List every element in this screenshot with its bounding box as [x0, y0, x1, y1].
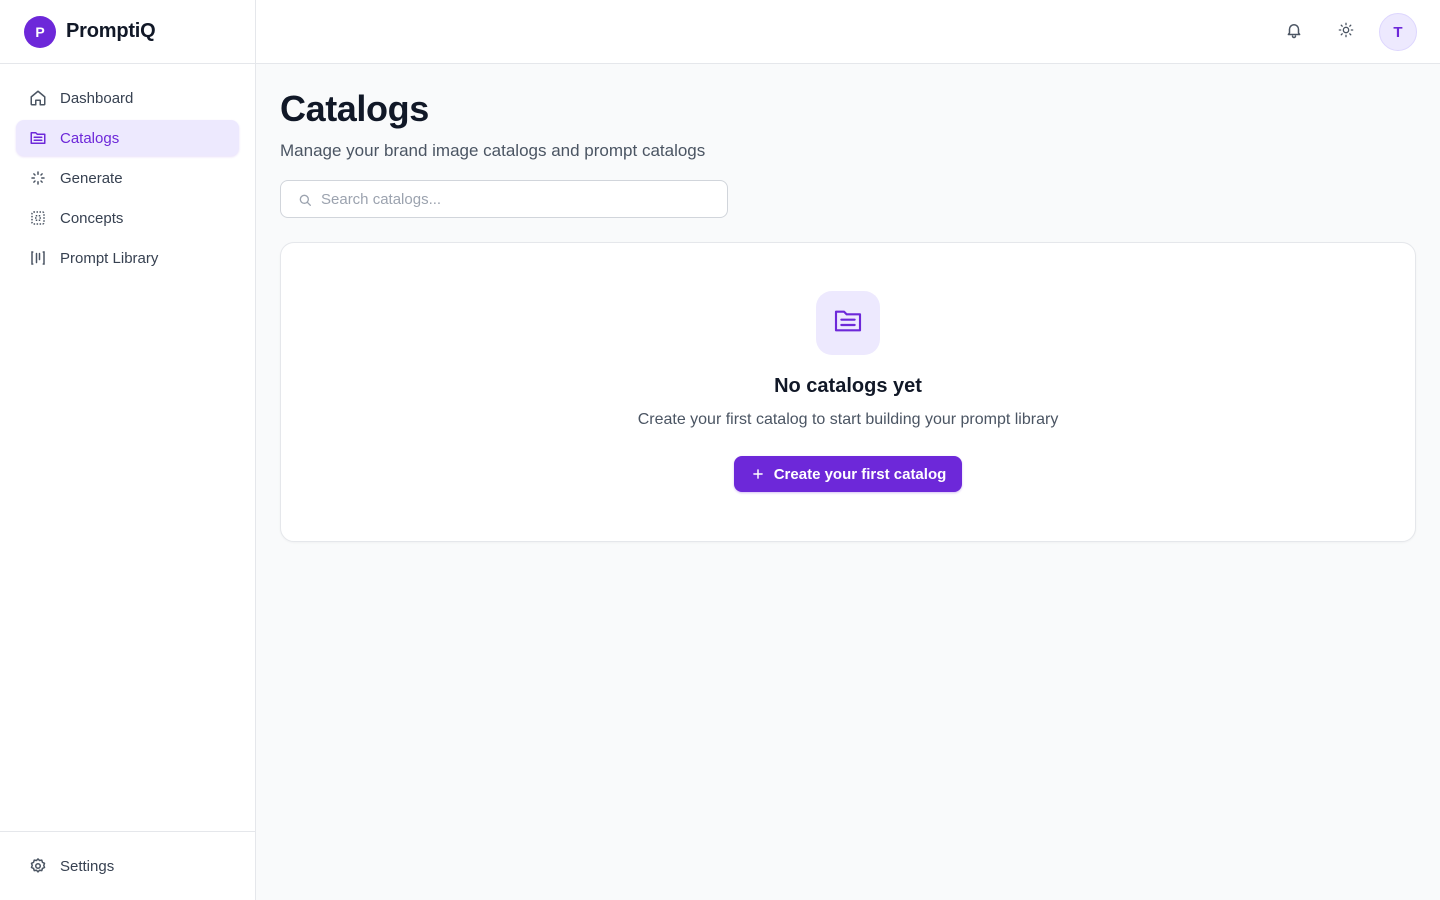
plus-icon [750, 466, 766, 482]
topbar: T [256, 0, 1440, 64]
user-avatar[interactable]: T [1379, 13, 1417, 51]
sidebar-nav: Dashboard Catalogs Generate Concepts Pro… [0, 64, 255, 276]
sidebar-item-settings[interactable]: Settings [16, 848, 239, 884]
brand-name: PromptiQ [66, 20, 156, 42]
create-first-catalog-button[interactable]: Create your first catalog [733, 456, 963, 492]
search-input[interactable] [321, 190, 711, 208]
empty-state-icon-box [816, 291, 880, 355]
gear-icon [28, 856, 48, 876]
brand-logo: P [24, 15, 56, 48]
theme-toggle-button[interactable] [1328, 14, 1364, 50]
notifications-button[interactable] [1276, 14, 1312, 50]
sidebar-footer: Settings [0, 831, 255, 900]
sidebar: P PromptiQ Dashboard Catalogs Generate C… [0, 0, 256, 900]
sidebar-item-prompt-library[interactable]: Prompt Library [16, 240, 239, 276]
sidebar-item-label: Concepts [60, 209, 124, 227]
search-box [280, 180, 728, 218]
sidebar-item-dashboard[interactable]: Dashboard [16, 80, 239, 116]
sidebar-item-concepts[interactable]: Concepts [16, 200, 239, 236]
library-icon [28, 248, 48, 268]
sidebar-item-generate[interactable]: Generate [16, 160, 239, 196]
sidebar-item-label: Dashboard [60, 89, 134, 107]
sun-icon [1338, 22, 1354, 43]
button-label: Create your first catalog [773, 465, 947, 483]
folder-open-icon [832, 305, 864, 342]
sidebar-item-label: Catalogs [60, 129, 120, 147]
sidebar-item-label: Settings [60, 857, 115, 875]
brand[interactable]: P PromptiQ [0, 0, 255, 64]
empty-state-card: No catalogs yet Create your first catalo… [280, 242, 1416, 542]
page-title: Catalogs [280, 88, 429, 129]
page-subtitle: Manage your brand image catalogs and pro… [280, 141, 706, 160]
sidebar-item-label: Generate [60, 169, 123, 187]
sidebar-item-label: Prompt Library [60, 249, 159, 267]
main-content: Catalogs Manage your brand image catalog… [280, 64, 1416, 542]
bell-icon [1285, 21, 1303, 44]
sparkles-icon [28, 168, 48, 188]
empty-state-title: No catalogs yet [774, 375, 922, 397]
folder-icon [28, 128, 48, 148]
grid-icon [28, 208, 48, 228]
empty-state-description: Create your first catalog to start build… [637, 411, 1059, 428]
search-icon [297, 192, 313, 208]
sidebar-item-catalogs[interactable]: Catalogs [16, 120, 239, 156]
home-icon [28, 88, 48, 108]
